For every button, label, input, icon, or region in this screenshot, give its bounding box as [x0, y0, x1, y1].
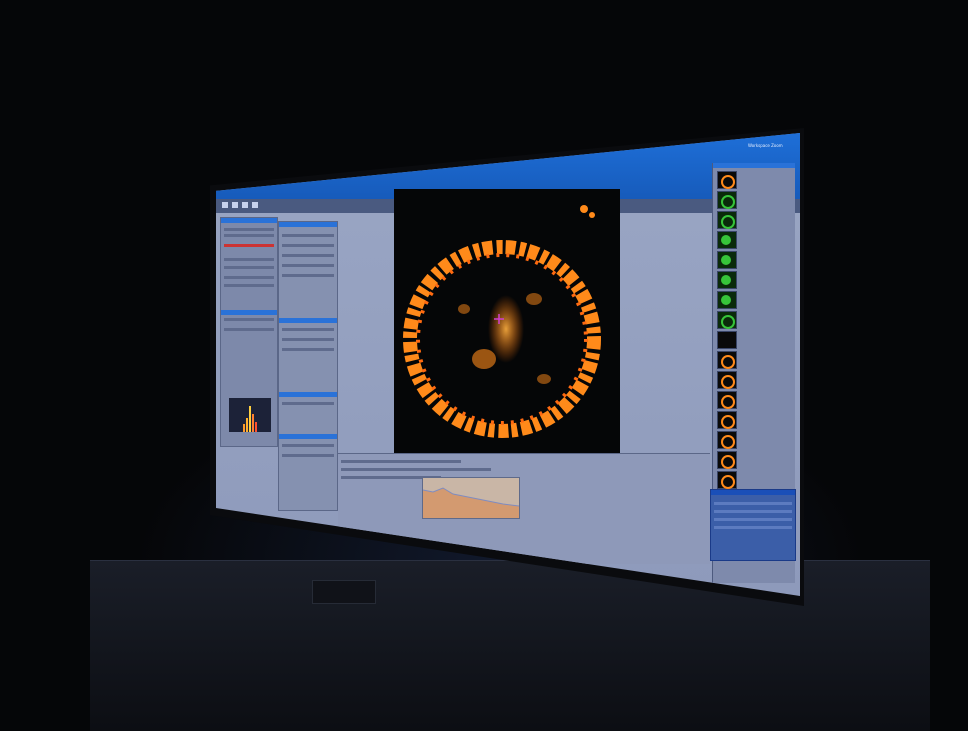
acquisition-panel [278, 221, 338, 511]
settings-panel [710, 489, 796, 561]
thumbnail-item[interactable] [717, 251, 737, 269]
left-row[interactable] [224, 276, 274, 279]
settings-row[interactable] [714, 526, 792, 529]
tool-row[interactable] [282, 402, 334, 405]
tool-panel-header [279, 434, 337, 439]
thumbnail-item[interactable] [717, 331, 737, 349]
intensity-curve [422, 487, 520, 518]
histogram-bar [246, 418, 248, 432]
gallery-header [713, 163, 795, 168]
display-row[interactable] [341, 460, 461, 463]
tool-panel-header [279, 392, 337, 397]
record-indicator[interactable] [224, 244, 274, 247]
signal-cluster [472, 349, 496, 369]
thumbnail-item[interactable] [717, 311, 737, 329]
tool-panel-header [279, 318, 337, 323]
channels-header [221, 310, 277, 315]
tool-row[interactable] [282, 338, 334, 341]
tool-row[interactable] [282, 244, 334, 247]
desk [90, 560, 930, 731]
histogram-bar [249, 406, 251, 432]
thumbnail-item[interactable] [717, 271, 737, 289]
thumbnail-item[interactable] [717, 171, 737, 189]
tool-icon-4[interactable] [252, 202, 258, 208]
settings-row[interactable] [714, 518, 792, 521]
left-control-panel [220, 217, 278, 447]
intensity-graph [422, 477, 520, 519]
settings-row[interactable] [714, 502, 792, 505]
window-title: Workspace Zoom [748, 143, 783, 148]
left-row[interactable] [224, 328, 274, 331]
signal-cluster [458, 304, 470, 314]
thumbnail-item[interactable] [717, 371, 737, 389]
tool-row[interactable] [282, 328, 334, 331]
tool-row[interactable] [282, 264, 334, 267]
tool-row[interactable] [282, 348, 334, 351]
display-row[interactable] [341, 468, 491, 471]
tool-icon-3[interactable] [242, 202, 248, 208]
histogram [229, 398, 271, 432]
thumbnail-item[interactable] [717, 351, 737, 369]
signal-cluster [537, 374, 551, 384]
thumbnail-item[interactable] [717, 471, 737, 489]
microscopy-image[interactable] [394, 189, 620, 467]
settings-row[interactable] [714, 510, 792, 513]
tool-row[interactable] [282, 444, 334, 447]
tool-icon-2[interactable] [232, 202, 238, 208]
cell-image-svg [403, 205, 601, 438]
tool-icon-1[interactable] [222, 202, 228, 208]
tool-row[interactable] [282, 454, 334, 457]
left-row[interactable] [224, 258, 274, 261]
tool-panel-header [279, 222, 337, 227]
outlier-signal [580, 205, 588, 213]
thumbnail-item[interactable] [717, 291, 737, 309]
left-row[interactable] [224, 228, 274, 231]
left-row[interactable] [224, 266, 274, 269]
left-row[interactable] [224, 318, 274, 321]
thumbnail-item[interactable] [717, 411, 737, 429]
histogram-bar [243, 424, 245, 432]
thumbnail-item[interactable] [717, 431, 737, 449]
thumbnail-item[interactable] [717, 191, 737, 209]
tool-row[interactable] [282, 274, 334, 277]
signal-cluster [526, 293, 542, 305]
settings-header [711, 490, 795, 495]
left-row[interactable] [224, 284, 274, 287]
outlier-signal [589, 212, 595, 218]
tool-row[interactable] [282, 234, 334, 237]
thumbnail-item[interactable] [717, 211, 737, 229]
left-panel-header [221, 218, 277, 223]
intensity-area [423, 488, 519, 518]
thumbnail-item[interactable] [717, 391, 737, 409]
histogram-bar [255, 422, 257, 432]
thumbnail-item[interactable] [717, 231, 737, 249]
histogram-bar [252, 414, 254, 432]
left-row[interactable] [224, 234, 274, 237]
monitor-stand [312, 580, 376, 604]
thumbnail-item[interactable] [717, 451, 737, 469]
tool-row[interactable] [282, 254, 334, 257]
